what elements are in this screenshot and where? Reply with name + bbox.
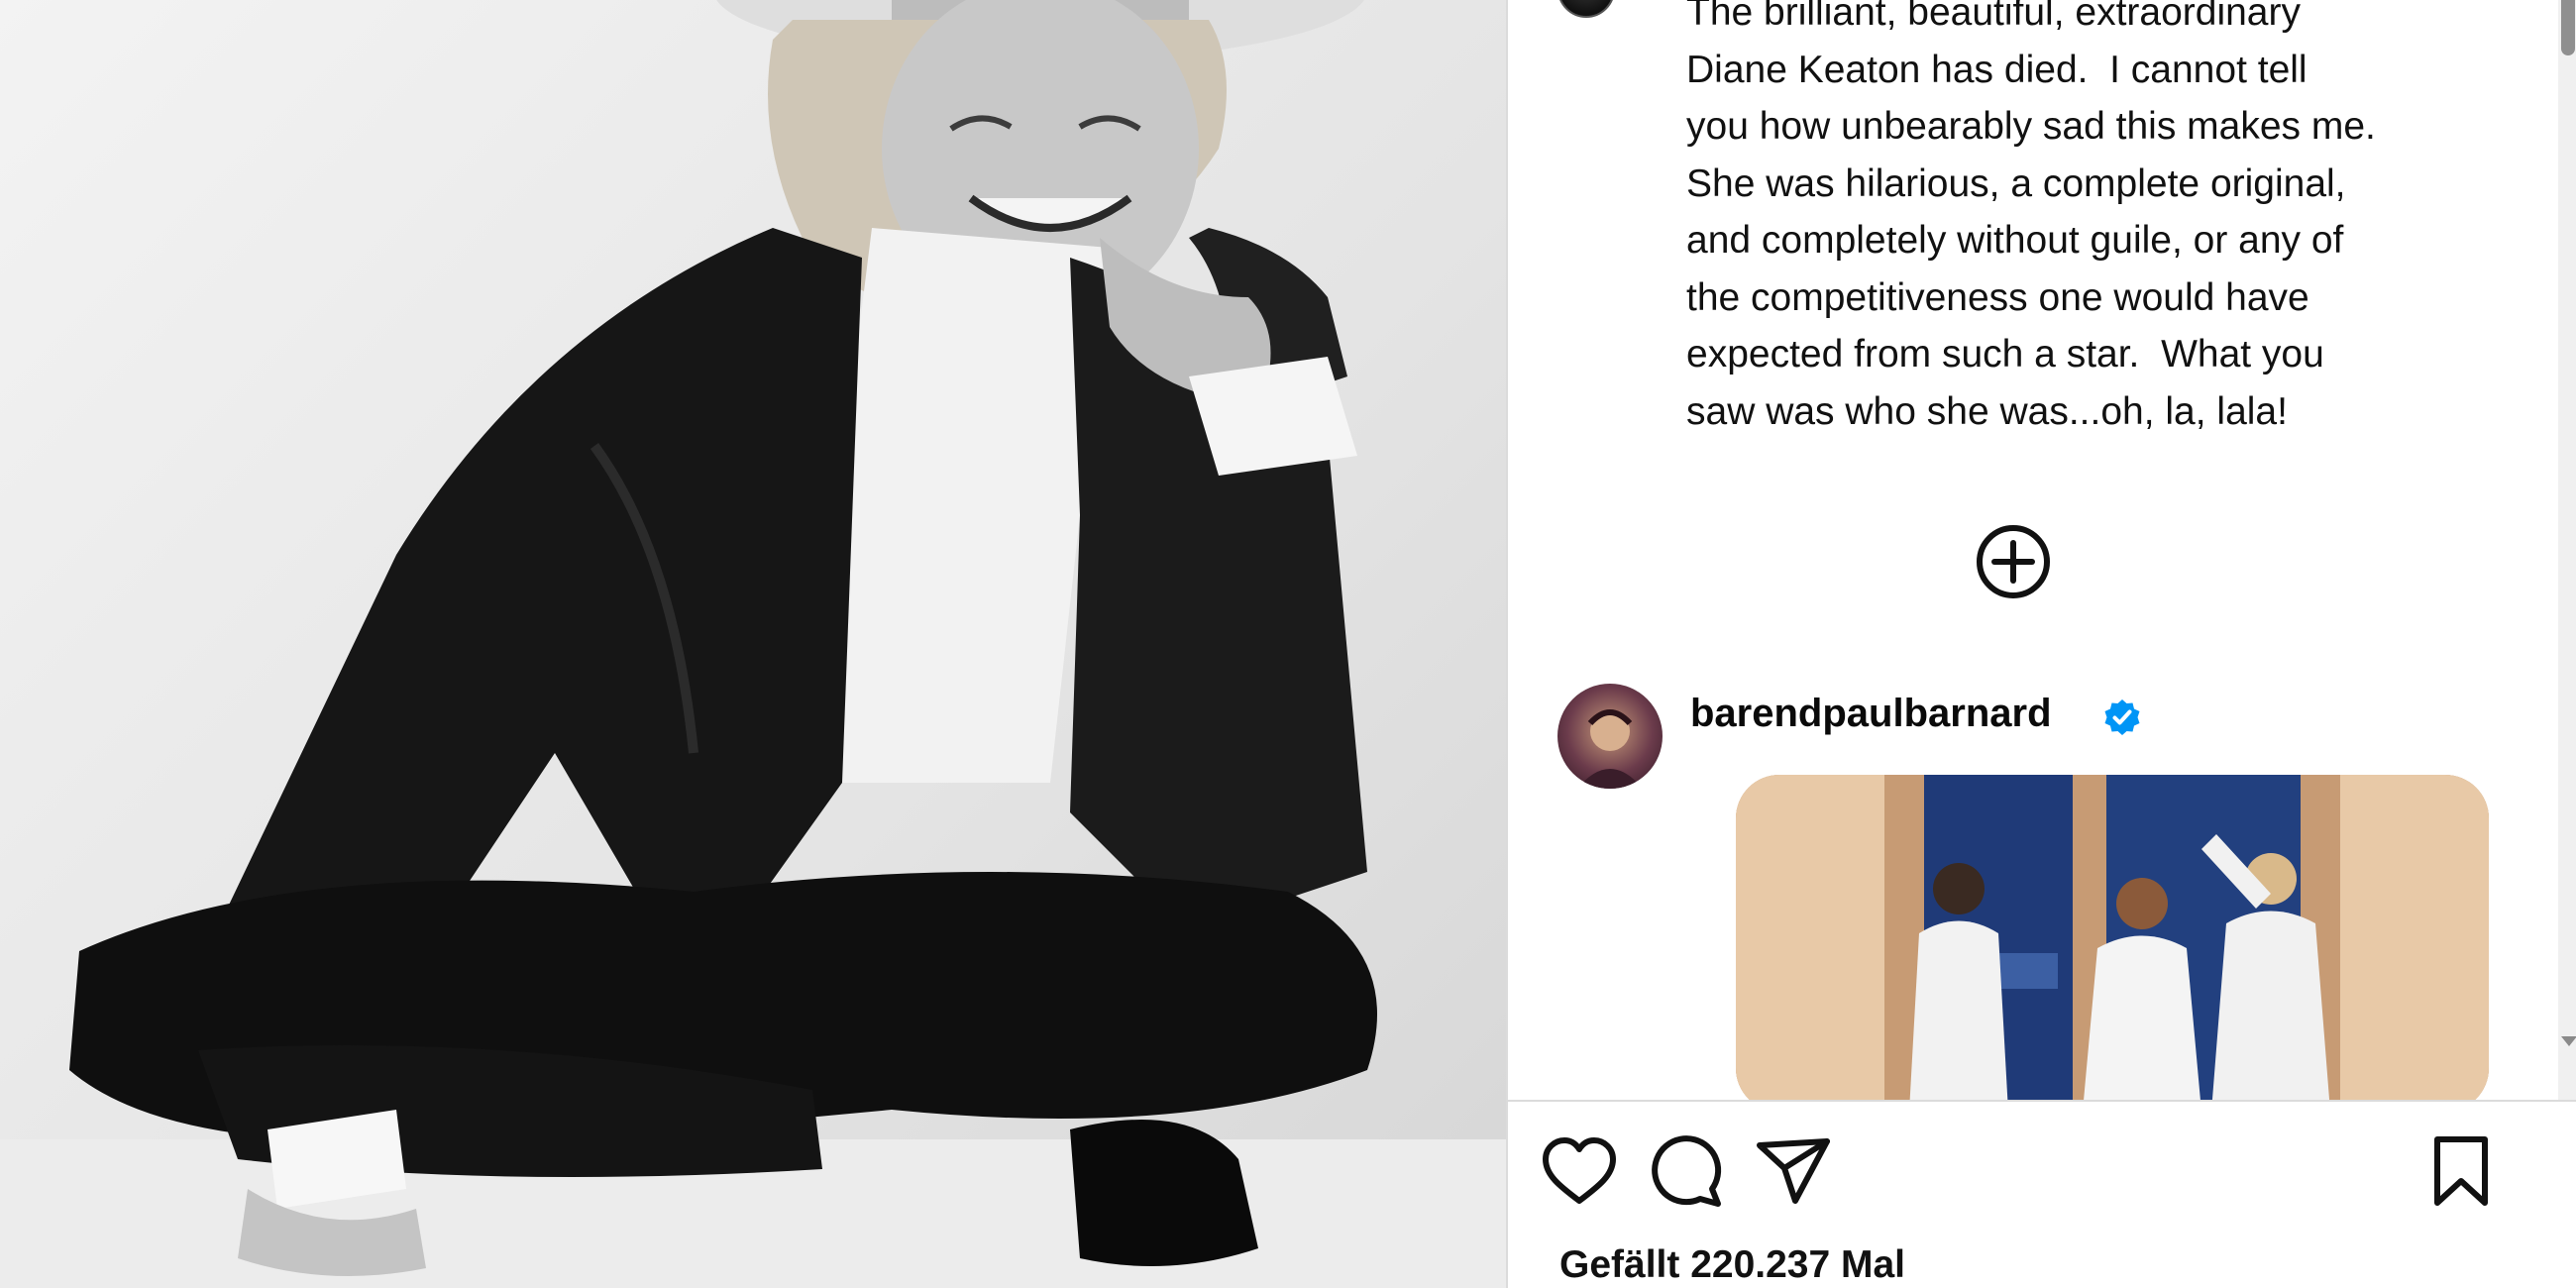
comment-button[interactable] [1645,1129,1728,1213]
comment-item: barendpaulbarnard [1557,684,2538,1100]
comment-gif[interactable] [1736,775,2489,1100]
likes-count[interactable]: Gefällt 220.237 Mal [1559,1243,1905,1287]
verified-badge-icon [2104,699,2140,735]
heart-icon [1543,1137,1616,1204]
comment-username[interactable]: barendpaulbarnard [1690,692,2052,736]
gif-illustration [1736,775,2489,1100]
author-avatar[interactable] [1557,0,1615,18]
scroll-down-arrow-icon[interactable] [2561,1036,2576,1046]
like-button[interactable] [1538,1129,1621,1213]
avatar-image [1577,709,1643,789]
save-button[interactable] [2419,1129,2503,1213]
post-caption: The brilliant, beautiful, extraordinary … [1686,0,2376,433]
comments-scrollbar[interactable] [2558,0,2576,1100]
share-button[interactable] [1752,1129,1835,1213]
comment-avatar[interactable] [1557,684,1663,789]
load-more-comments-button[interactable] [1974,522,2053,601]
comments-area[interactable]: The brilliant, beautiful, extraordinary … [1508,0,2558,1100]
speech-bubble-icon [1652,1135,1722,1207]
bookmark-icon [2434,1136,2488,1206]
scrollbar-thumb[interactable] [2561,0,2575,55]
photo-illustration [0,0,1506,1288]
action-bar: Gefällt 220.237 Mal [1508,1100,2576,1288]
post-photo [0,0,1506,1288]
post-panel: The brilliant, beautiful, extraordinary … [1506,0,2576,1288]
plus-circle-icon [1977,525,2050,598]
paper-plane-icon [1757,1138,1830,1204]
